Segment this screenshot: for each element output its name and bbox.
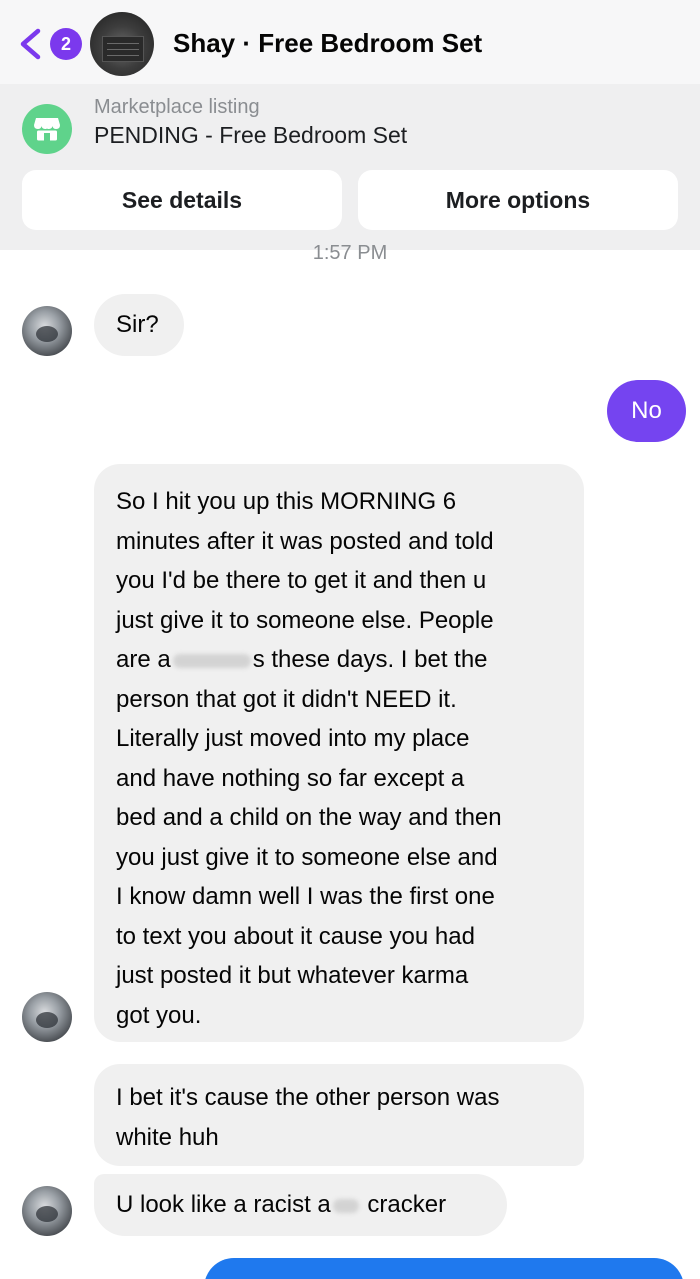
marketplace-listing-banner: Marketplace listing PENDING - Free Bedro… <box>0 84 700 250</box>
message-line: bed and a child on the way and then <box>116 804 502 831</box>
message-line: to text you about it cause you had <box>116 922 475 950</box>
message-line: Literally just moved into my place <box>116 725 470 752</box>
sender-avatar[interactable] <box>22 992 72 1042</box>
storefront-icon <box>22 104 72 154</box>
message-bubble-incoming[interactable]: I bet it's cause the other person was wh… <box>94 1064 584 1166</box>
message-line: just posted it but whatever karma <box>116 962 469 989</box>
back-button[interactable]: 2 <box>10 22 82 66</box>
sender-avatar[interactable] <box>22 306 72 356</box>
message-line: white huh <box>116 1123 219 1151</box>
message-line: just give it to someone else. People <box>116 606 494 634</box>
message-line: are as these days. I bet the <box>116 646 488 673</box>
message-line: you I'd be there to get it and then u <box>116 567 487 594</box>
message-line: person that got it didn't NEED it. <box>116 685 457 713</box>
message-bubble-outgoing[interactable] <box>204 1258 684 1279</box>
listing-avatar[interactable] <box>90 12 154 76</box>
message-bubble-incoming[interactable]: Sir? <box>94 294 184 356</box>
message-bubble-incoming[interactable]: So I hit you up this MORNING 6 minutes a… <box>94 464 584 1042</box>
listing-label: Marketplace listing <box>94 96 260 118</box>
see-details-button[interactable]: See details <box>22 170 342 230</box>
chat-screen: 2 Shay · Free Bedroom Set Marketplace li… <box>0 0 700 1279</box>
message-line: minutes after it was posted and told <box>116 527 494 555</box>
dresser-photo <box>102 36 144 62</box>
chevron-left-icon <box>20 28 41 60</box>
conversation-title[interactable]: Shay · Free Bedroom Set <box>173 28 482 59</box>
message-line: So I hit you up this MORNING 6 <box>116 488 457 515</box>
censored-word <box>172 653 251 668</box>
message-timestamp: 1:57 PM <box>312 242 388 262</box>
unread-count-badge: 2 <box>50 28 82 60</box>
message-line: I know damn well I was the first one <box>116 883 495 910</box>
censored-word <box>332 1198 359 1213</box>
message-line: I bet it's cause the other person was <box>116 1084 500 1111</box>
message-line: you just give it to someone else and <box>116 843 498 871</box>
message-bubble-outgoing[interactable]: No <box>607 380 686 442</box>
listing-title[interactable]: PENDING - Free Bedroom Set <box>94 122 407 149</box>
more-options-button[interactable]: More options <box>358 170 678 230</box>
sender-avatar[interactable] <box>22 1186 72 1236</box>
chat-header: 2 Shay · Free Bedroom Set <box>0 0 700 84</box>
message-bubble-incoming[interactable]: U look like a racist a cracker <box>94 1174 507 1236</box>
message-line: and have nothing so far except a <box>116 764 465 792</box>
message-line: got you. <box>116 1001 202 1029</box>
